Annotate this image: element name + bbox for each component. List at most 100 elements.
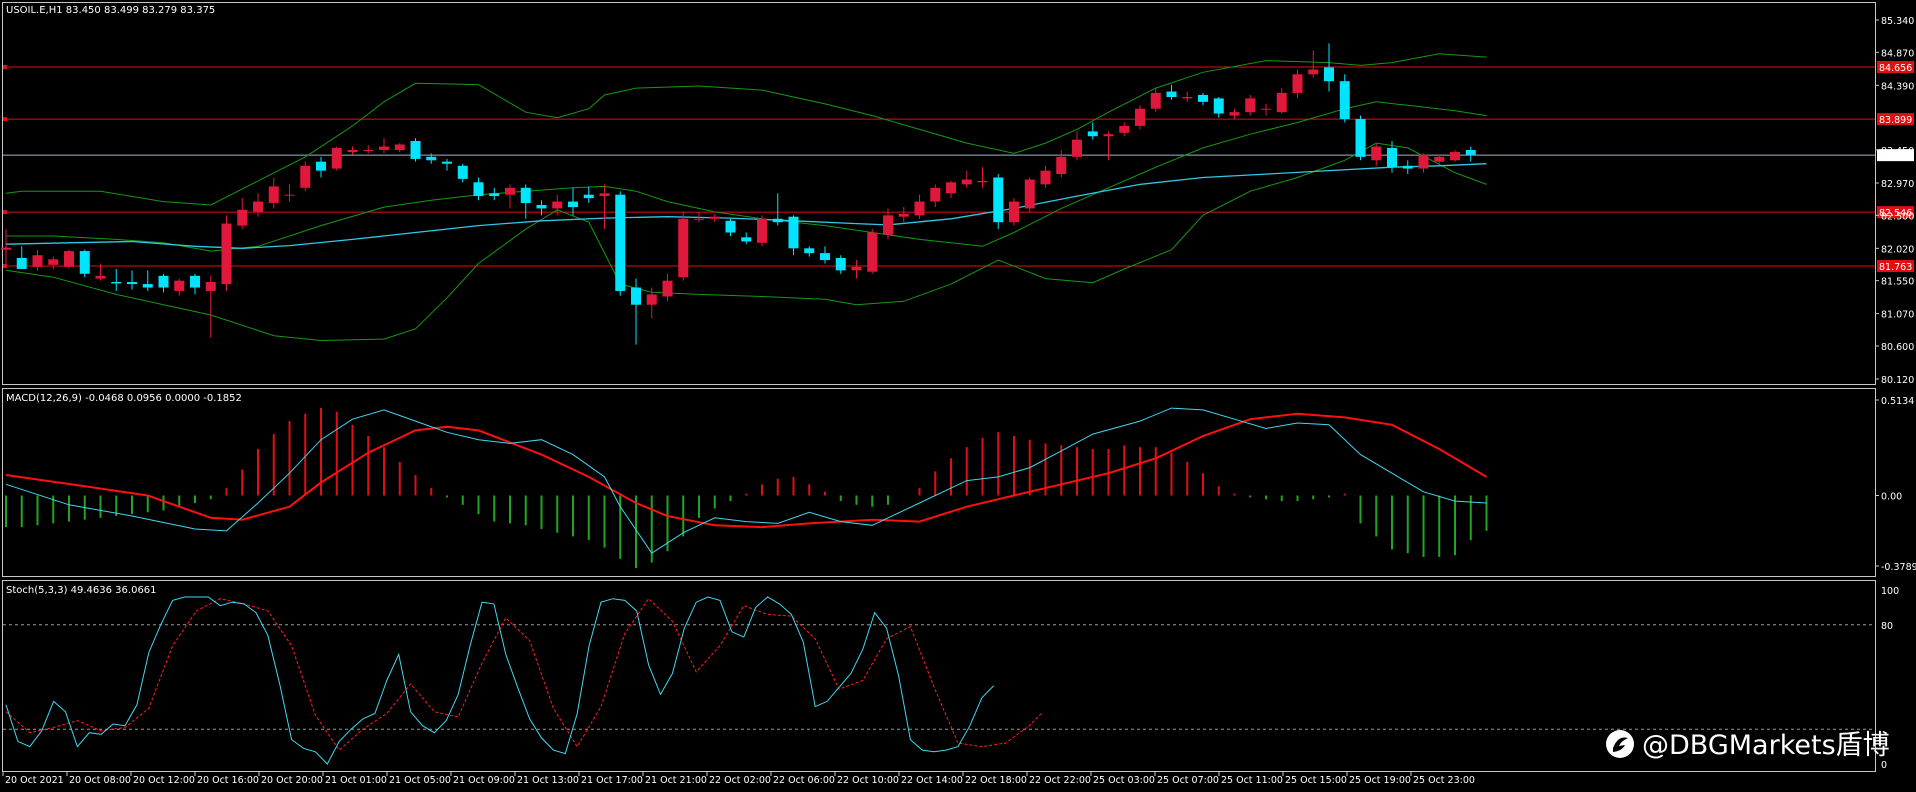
- candle-body: [1465, 149, 1476, 155]
- candle-body: [1276, 92, 1287, 113]
- time-tick-label: 22 Oct 22:00: [1029, 775, 1091, 786]
- candle-body: [1040, 170, 1051, 185]
- level-price-label: 84.656: [1879, 63, 1912, 74]
- stoch-header: Stoch(5,3,3) 49.4636 36.0661: [6, 585, 157, 596]
- level-price-label: 83.899: [1879, 115, 1912, 126]
- time-tick-label: 25 Oct 15:00: [1285, 775, 1347, 786]
- candle-body: [536, 205, 547, 209]
- level-handle[interactable]: [3, 65, 7, 70]
- candle: [1355, 115, 1366, 161]
- time-tick-label: 22 Oct 02:00: [709, 775, 771, 786]
- candle-body: [946, 182, 956, 194]
- candle-body: [1213, 98, 1224, 114]
- candle-body: [505, 187, 515, 195]
- time-tick-label: 22 Oct 14:00: [901, 775, 963, 786]
- symbol-header: USOIL.E,H1 83.450 83.499 83.279 83.375: [6, 5, 215, 16]
- candle-body: [1308, 69, 1319, 75]
- time-tick-label: 25 Oct 03:00: [1093, 775, 1155, 786]
- candle-body: [457, 165, 468, 179]
- candle-body: [977, 180, 988, 183]
- candle: [331, 146, 342, 171]
- time-tick-label: 25 Oct 23:00: [1413, 775, 1475, 786]
- candle: [300, 161, 311, 192]
- price-tick-label: 80.120: [1881, 375, 1914, 386]
- candle-body: [1324, 67, 1334, 82]
- candle-body: [142, 284, 153, 288]
- candle-body: [804, 248, 815, 254]
- candle-body: [394, 144, 405, 150]
- candle-body: [867, 232, 878, 272]
- time-tick-label: 20 Oct 2021: [5, 775, 64, 786]
- time-tick-label: 20 Oct 12:00: [133, 775, 195, 786]
- level-handle[interactable]: [3, 210, 7, 215]
- time-tick-label: 25 Oct 19:00: [1349, 775, 1411, 786]
- candle-body: [1072, 139, 1082, 157]
- candle: [867, 229, 878, 274]
- time-tick-label: 21 Oct 09:00: [453, 775, 515, 786]
- time-axis: 20 Oct 2021 20 Oct 08:00 20 Oct 12:00 20 Oc…: [2, 772, 1475, 786]
- candle-body: [599, 193, 610, 197]
- time-tick-label: 25 Oct 11:00: [1221, 775, 1283, 786]
- macd-tick-label: -0.3789: [1881, 562, 1916, 573]
- candle-body: [1292, 74, 1303, 93]
- time-tick-label: 21 Oct 21:00: [645, 775, 707, 786]
- candle-body: [1339, 81, 1350, 120]
- price-tick-label: 84.870: [1881, 48, 1914, 59]
- candle-body: [898, 213, 909, 217]
- time-tick-label: 20 Oct 20:00: [261, 775, 323, 786]
- time-tick-label: 22 Oct 18:00: [965, 775, 1027, 786]
- candle-body: [48, 259, 59, 265]
- candle: [410, 138, 421, 162]
- candle-body: [709, 216, 720, 219]
- candle-body: [552, 201, 563, 209]
- candle-body: [757, 218, 767, 243]
- watermark-text: @DBGMarkets盾博: [1642, 730, 1890, 761]
- price-tick-label: 80.600: [1881, 342, 1914, 353]
- candle-body: [1024, 179, 1035, 209]
- candle-body: [914, 201, 925, 216]
- candle: [993, 174, 1004, 230]
- candle-body: [284, 194, 295, 196]
- candle-body: [111, 282, 122, 284]
- macd-tick-label: 0.00: [1881, 492, 1902, 503]
- candle: [1009, 198, 1019, 226]
- candle-body: [993, 177, 1004, 223]
- stoch-tick-label: 0: [1881, 760, 1887, 771]
- candle-body: [253, 201, 263, 212]
- brand-logo-icon: [1606, 730, 1634, 758]
- candle-body: [237, 209, 248, 226]
- price-tick-label: 83.450: [1881, 146, 1914, 157]
- level-handle[interactable]: [3, 117, 7, 122]
- candle-body: [221, 223, 232, 285]
- candle: [64, 249, 74, 269]
- price-tick-label: 82.020: [1881, 244, 1914, 255]
- candle: [757, 215, 767, 247]
- candle-body: [1198, 94, 1208, 102]
- candle-body: [268, 186, 279, 203]
- candle-body: [741, 237, 752, 242]
- candle-body: [883, 215, 893, 235]
- candle: [615, 191, 626, 296]
- candle-body: [1402, 165, 1413, 169]
- candle-body: [300, 165, 311, 188]
- candle-body: [1009, 201, 1019, 223]
- candle-body: [426, 156, 437, 161]
- price-tick-label: 84.390: [1881, 81, 1914, 92]
- macd-header: MACD(12,26,9) -0.0468 0.0956 0.0000 -0.1…: [6, 393, 242, 404]
- macd-tick-label: 0.5134: [1881, 396, 1914, 407]
- price-tick-label: 85.340: [1881, 16, 1914, 27]
- stoch-tick-label: 80: [1881, 621, 1893, 632]
- candle-body: [1166, 91, 1177, 98]
- candle-body: [1371, 146, 1382, 161]
- candle-body: [379, 146, 389, 150]
- price-tick-label: 82.970: [1881, 179, 1914, 190]
- time-tick-label: 21 Oct 01:00: [325, 775, 387, 786]
- candle: [1024, 177, 1035, 212]
- candle-body: [347, 149, 358, 153]
- candle-body: [331, 147, 342, 169]
- time-tick-label: 22 Oct 10:00: [837, 775, 899, 786]
- candle-body: [851, 266, 862, 271]
- watermark: @DBGMarkets盾博: [1606, 730, 1890, 761]
- time-tick-label: 21 Oct 05:00: [389, 775, 451, 786]
- candle-body: [127, 282, 137, 285]
